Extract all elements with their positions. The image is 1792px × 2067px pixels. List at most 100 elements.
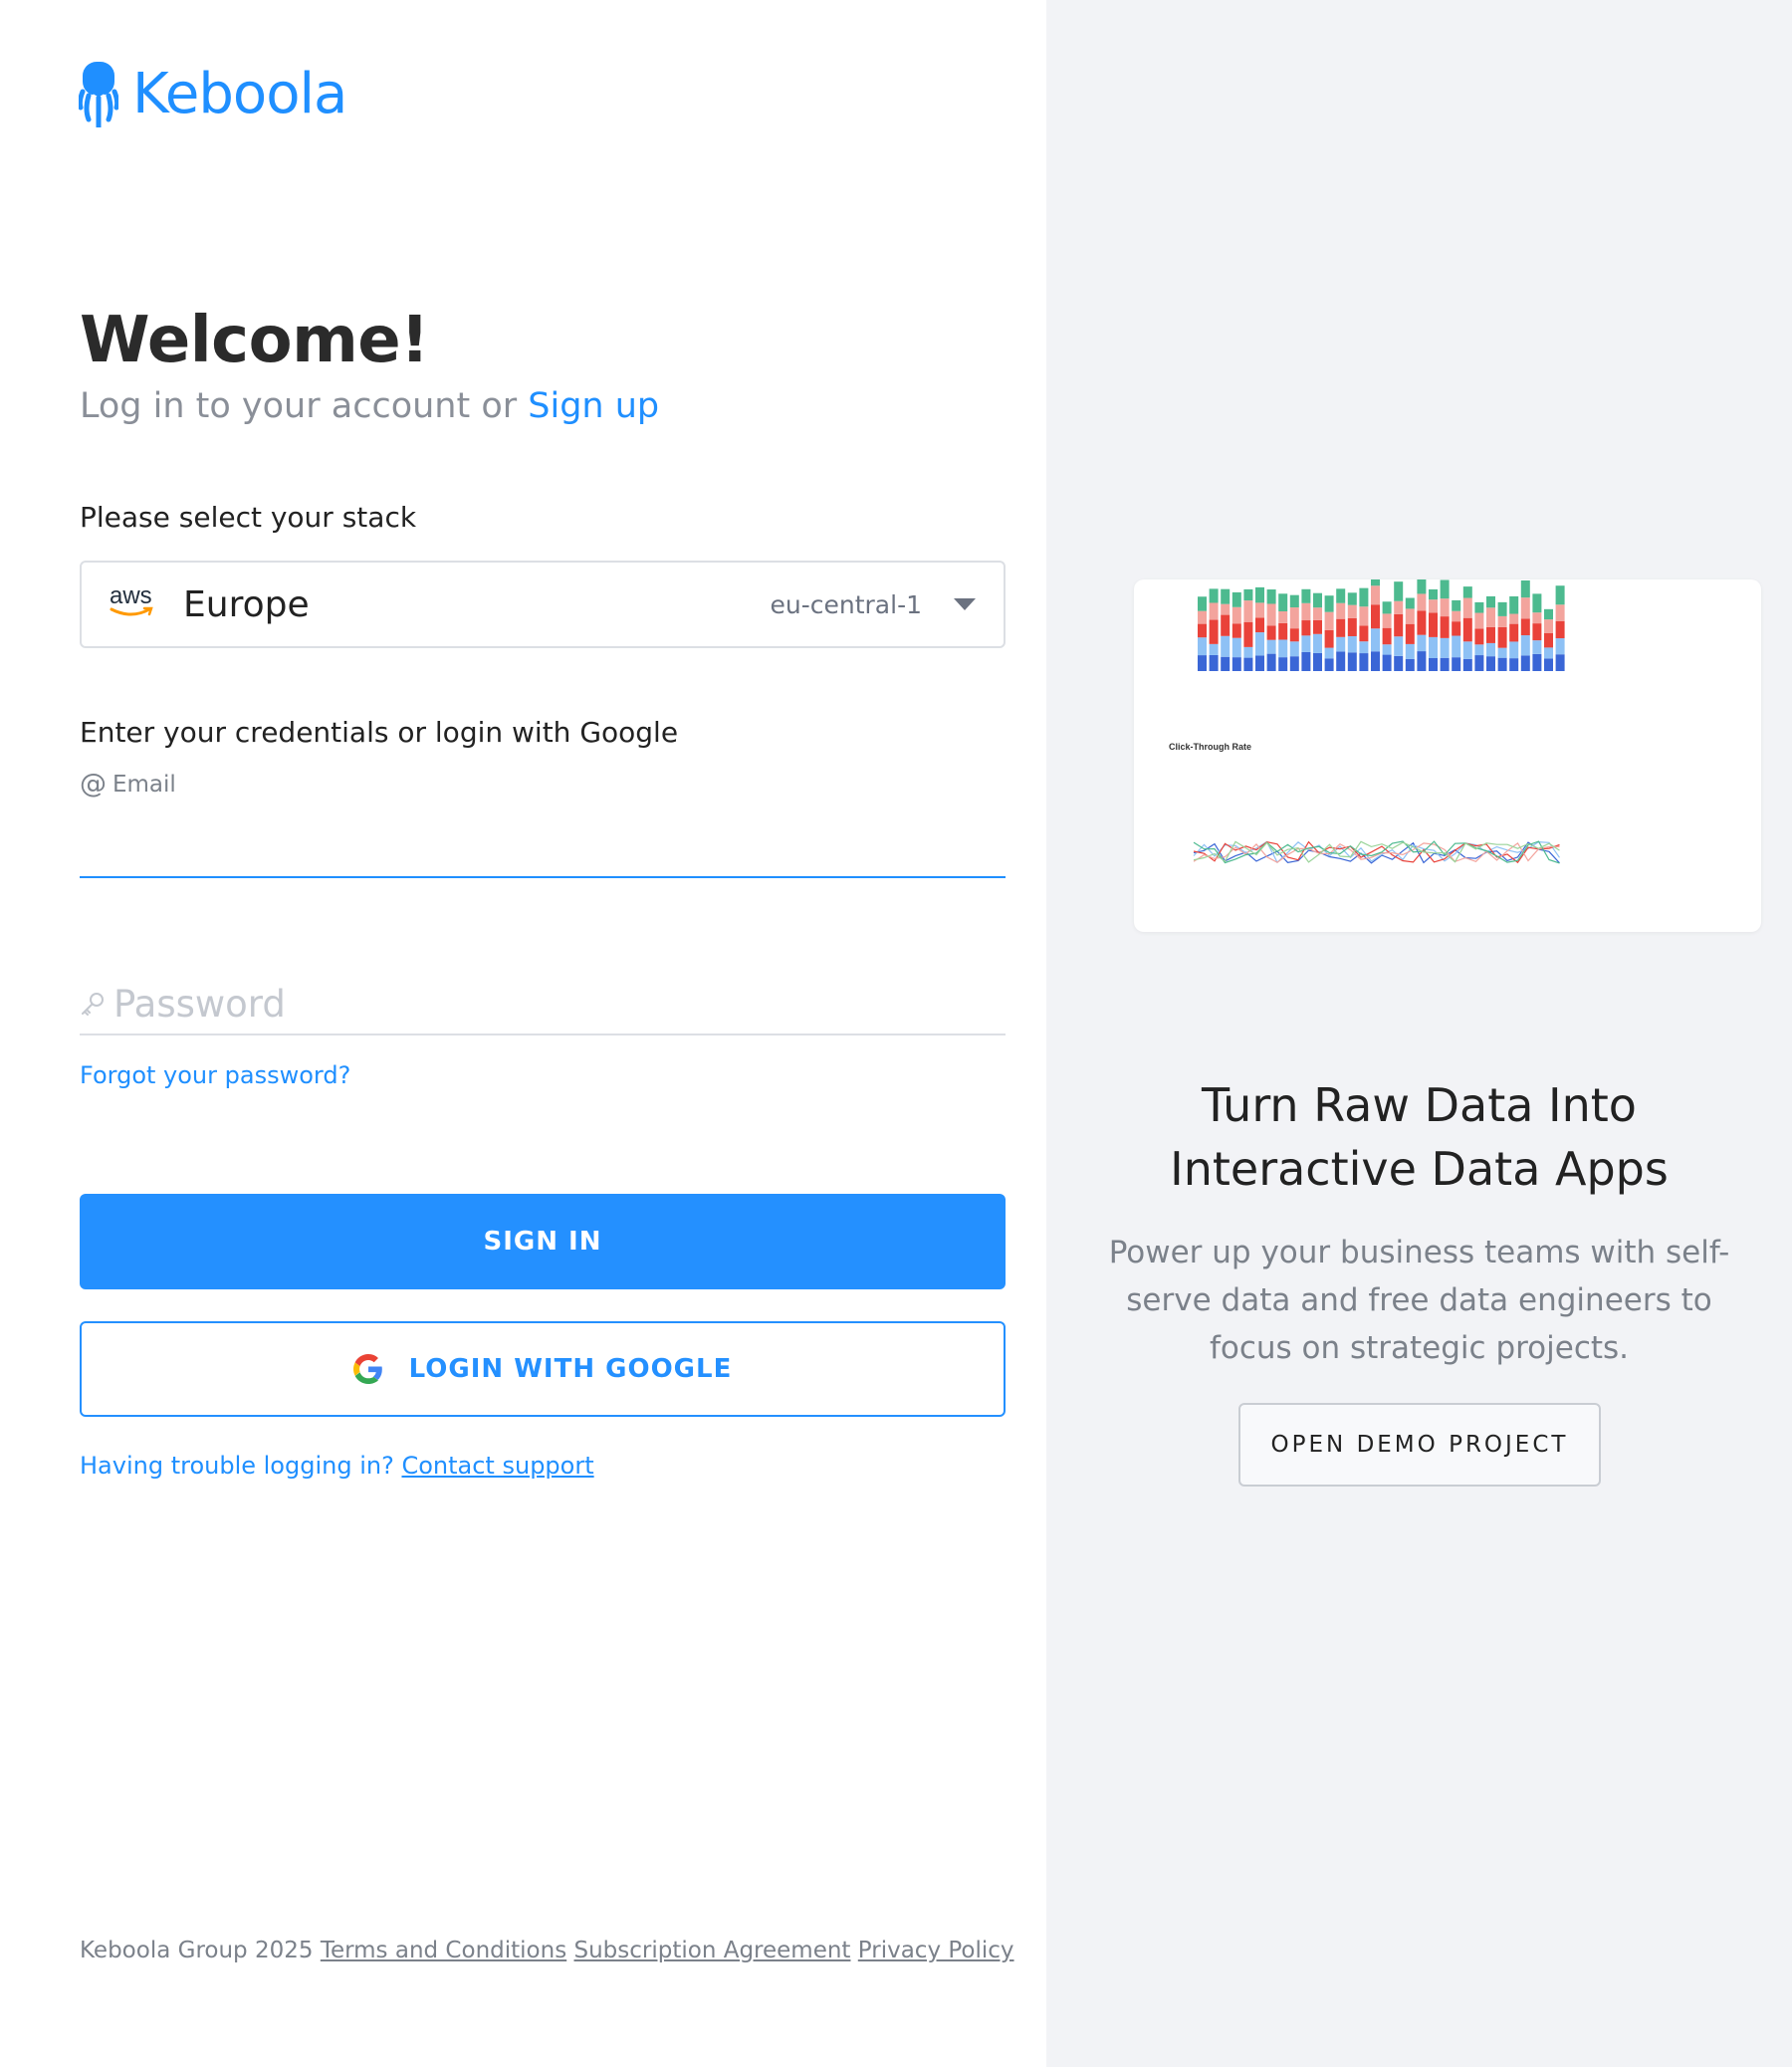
preview-bar-segment [1266, 639, 1276, 654]
preview-bar-segment [1301, 602, 1311, 621]
password-field[interactable] [113, 982, 990, 1026]
preview-bar-segment [1429, 636, 1438, 658]
contact-support-link[interactable]: Contact support [401, 1452, 593, 1480]
preview-bar-segment [1405, 658, 1415, 671]
preview-bar-segment [1278, 639, 1288, 658]
preview-bar-segment [1394, 636, 1404, 656]
preview-bar-segment [1462, 658, 1472, 671]
preview-bar-segment [1336, 636, 1346, 652]
preview-bar-segment [1371, 651, 1380, 671]
preview-bar-segment [1347, 617, 1357, 636]
preview-bar-segment [1532, 640, 1542, 654]
preview-bar-segment [1324, 658, 1334, 671]
preview-bar-segment [1371, 579, 1380, 586]
preview-bar-segment [1266, 589, 1276, 604]
preview-bar-segment [1371, 585, 1380, 605]
keboola-logo[interactable]: Keboola [79, 62, 347, 127]
google-login-button[interactable]: LOGIN WITH GOOGLE [80, 1321, 1006, 1417]
preview-bar-segment [1324, 629, 1334, 648]
subscription-agreement-link[interactable]: Subscription Agreement [574, 1938, 851, 1963]
preview-bar-segment [1394, 613, 1404, 637]
preview-bar-segment [1440, 657, 1450, 671]
preview-bar-segment [1198, 596, 1207, 611]
preview-bar-segment [1417, 579, 1427, 594]
preview-bar-segment [1452, 610, 1461, 622]
preview-bar-segment [1313, 652, 1322, 671]
preview-bar-segment [1544, 608, 1553, 620]
preview-bar-segment [1544, 619, 1553, 633]
preview-bar-segment [1452, 621, 1461, 636]
preview-bar-segment [1440, 579, 1450, 599]
preview-bar-segment [1255, 586, 1264, 603]
at-icon: @ [80, 769, 107, 800]
key-icon [82, 993, 104, 1016]
sign-in-button[interactable]: SIGN IN [80, 1194, 1006, 1289]
preview-bar-segment [1324, 647, 1334, 659]
preview-bar-segment [1474, 612, 1484, 629]
preview-bar-segment [1209, 643, 1219, 655]
preview-bar-segment [1520, 655, 1530, 671]
footer-copyright: Keboola Group 2025 [80, 1938, 314, 1963]
stack-select[interactable]: aws Europe eu-central-1 [80, 561, 1006, 648]
octopus-icon [79, 62, 118, 127]
preview-bar-segment [1301, 651, 1311, 671]
promo-title-line2: Interactive Data Apps [1170, 1142, 1669, 1196]
preview-bar-segment [1289, 607, 1299, 629]
preview-bar-segment [1266, 653, 1276, 671]
preview-bar-segment [1198, 655, 1207, 671]
preview-bar-segment [1347, 635, 1357, 653]
preview-bar-segment [1394, 655, 1404, 671]
aws-smile-icon [110, 606, 153, 616]
email-field[interactable] [80, 808, 1006, 878]
preview-bar-segment [1359, 641, 1369, 654]
preview-bar-segment [1347, 604, 1357, 618]
privacy-policy-link[interactable]: Privacy Policy [858, 1938, 1014, 1963]
preview-bar-segment [1474, 601, 1484, 613]
preview-bar-segment [1221, 603, 1231, 615]
preview-bar-segment [1429, 588, 1438, 600]
preview-bar-segment [1232, 637, 1241, 658]
preview-bar-segment [1452, 657, 1461, 671]
page-title: Welcome! [80, 304, 429, 377]
preview-bar-segment [1555, 654, 1565, 671]
login-panel: Keboola Welcome! Log in to your account … [0, 0, 1046, 2067]
preview-bar-segment [1555, 638, 1565, 655]
preview-bar-segment [1289, 656, 1299, 671]
password-field-wrapper [80, 974, 1006, 1035]
preview-bar-segment [1509, 641, 1519, 659]
preview-bar-segment [1243, 588, 1253, 601]
preview-bar-segment [1497, 615, 1507, 627]
preview-bar-segment [1266, 603, 1276, 626]
preview-bar-segment [1382, 627, 1392, 645]
preview-bar-segment [1440, 598, 1450, 617]
preview-bar-segment [1462, 641, 1472, 659]
promo-title: Turn Raw Data Into Interactive Data Apps [1046, 1073, 1792, 1201]
preview-bar-segment [1417, 634, 1427, 652]
preview-bar-segment [1301, 635, 1311, 652]
preview-bar-segment [1209, 588, 1219, 603]
promo-description: Power up your business teams with self-s… [1108, 1235, 1730, 1366]
preview-bar-segment [1474, 655, 1484, 671]
preview-bar-segment [1336, 651, 1346, 671]
preview-bar-segment [1289, 594, 1299, 608]
preview-bar-segment [1497, 626, 1507, 648]
preview-bar-segment [1232, 606, 1241, 624]
signup-link[interactable]: Sign up [528, 386, 659, 426]
logo-wordmark: Keboola [132, 62, 347, 126]
preview-bar-segment [1417, 651, 1427, 671]
forgot-password-link[interactable]: Forgot your password? [80, 1061, 350, 1089]
preview-bar-segment [1486, 626, 1495, 643]
preview-bar-segment [1544, 647, 1553, 659]
open-demo-project-button[interactable]: OPEN DEMO PROJECT [1238, 1403, 1601, 1487]
terms-link[interactable]: Terms and Conditions [321, 1938, 566, 1963]
preview-bar-segment [1417, 610, 1427, 635]
preview-chart-title: Click-Through Rate [1169, 742, 1251, 752]
preview-bar-segment [1440, 637, 1450, 658]
preview-bar-segment [1324, 611, 1334, 630]
preview-bar-segment [1405, 623, 1415, 644]
preview-bar-segment [1417, 593, 1427, 611]
preview-bar-segment [1209, 654, 1219, 671]
preview-bar-segment [1462, 597, 1472, 618]
preview-bar-segment [1429, 657, 1438, 671]
aws-logo: aws [110, 582, 155, 624]
